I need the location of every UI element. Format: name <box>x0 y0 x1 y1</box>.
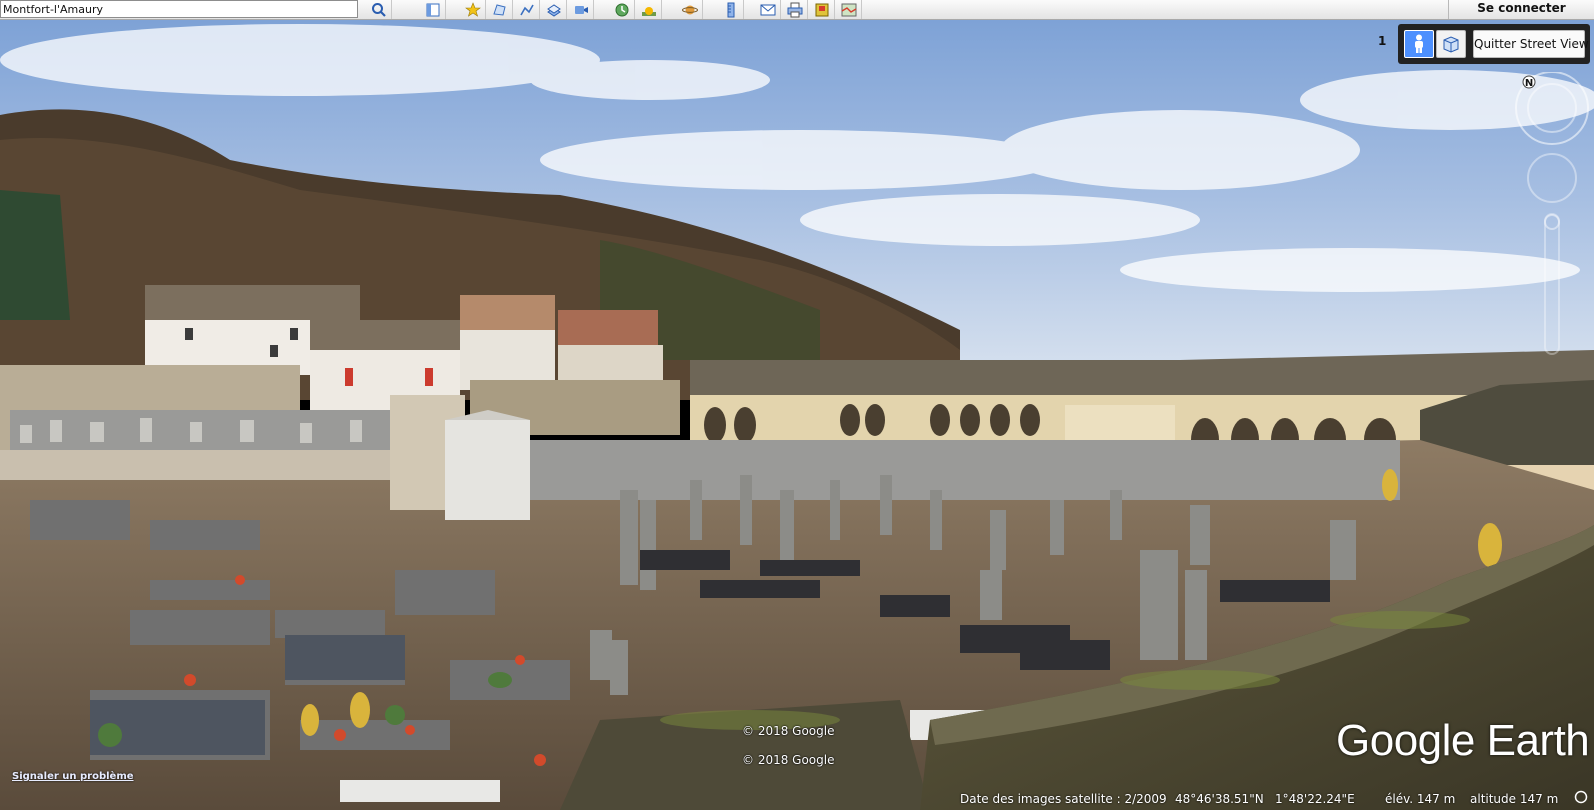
photo-cube-icon <box>1443 36 1459 53</box>
historical-imagery-button[interactable] <box>609 0 635 19</box>
pegman-button[interactable] <box>1404 30 1434 58</box>
elevation-readout: élév. 147 m <box>1385 792 1456 806</box>
polygon-icon <box>492 3 506 16</box>
pegman-icon <box>1415 34 1423 53</box>
longitude-readout: 1°48'22.24"E <box>1275 792 1355 806</box>
street-view-count: 1 <box>1378 34 1387 48</box>
view-in-maps-button[interactable] <box>836 0 862 19</box>
image-overlay-icon <box>546 3 561 17</box>
navigation-controls: N <box>1512 71 1592 372</box>
save-image-button[interactable] <box>809 0 835 19</box>
search-button[interactable] <box>366 0 392 19</box>
altitude-readout: altitude 147 m <box>1470 792 1559 806</box>
copyright-text-2: © 2018 Google <box>742 753 835 767</box>
toolbar: Se connecter <box>0 0 1594 20</box>
email-icon <box>760 4 775 15</box>
exit-street-view-button[interactable]: Quitter Street View <box>1473 30 1589 58</box>
imagery-date: Date des images satellite : 2/2009 <box>960 792 1167 806</box>
report-problem-link[interactable]: Signaler un problème <box>12 771 134 782</box>
planets-button[interactable] <box>677 0 703 19</box>
street-view-panel: Quitter Street View <box>1398 24 1590 64</box>
historical-imagery-icon <box>615 3 628 16</box>
record-tour-icon <box>574 5 588 14</box>
search-icon <box>371 2 386 17</box>
north-icon[interactable]: N <box>1522 75 1536 89</box>
latitude-readout: 48°46'38.51"N <box>1175 792 1264 806</box>
signin-button[interactable]: Se connecter <box>1448 0 1594 19</box>
photo-cube-button[interactable] <box>1436 30 1466 58</box>
path-icon <box>519 4 534 15</box>
sunlight-icon <box>641 6 656 16</box>
print-icon <box>787 2 802 17</box>
email-button[interactable] <box>755 0 781 19</box>
view-in-maps-icon <box>841 3 856 16</box>
placemark-icon <box>464 1 481 17</box>
sidebar-button[interactable] <box>420 0 446 19</box>
print-button[interactable] <box>782 0 808 19</box>
record-tour-button[interactable] <box>568 0 594 19</box>
image-overlay-button[interactable] <box>541 0 567 19</box>
save-image-icon <box>815 3 828 16</box>
panorama-image <box>0 20 1594 810</box>
placemark-button[interactable] <box>460 0 486 19</box>
status-bar: Date des images satellite : 2/2009 48°46… <box>0 788 1594 810</box>
zoom-slider[interactable] <box>1544 213 1560 355</box>
svg-text:N: N <box>1525 78 1533 89</box>
polygon-button[interactable] <box>487 0 513 19</box>
planets-icon <box>681 5 698 14</box>
ruler-icon <box>727 2 734 17</box>
move-joystick[interactable] <box>1527 153 1577 203</box>
status-indicator-icon <box>1574 790 1588 807</box>
copyright-text: © 2018 Google <box>742 724 835 738</box>
google-earth-logo: Google Earth <box>1336 716 1590 765</box>
street-view-panorama[interactable] <box>0 20 1594 810</box>
sunlight-button[interactable] <box>636 0 662 19</box>
ruler-button[interactable] <box>718 0 744 19</box>
path-button[interactable] <box>514 0 540 19</box>
search-input[interactable] <box>0 0 358 18</box>
sidebar-icon <box>426 3 439 16</box>
